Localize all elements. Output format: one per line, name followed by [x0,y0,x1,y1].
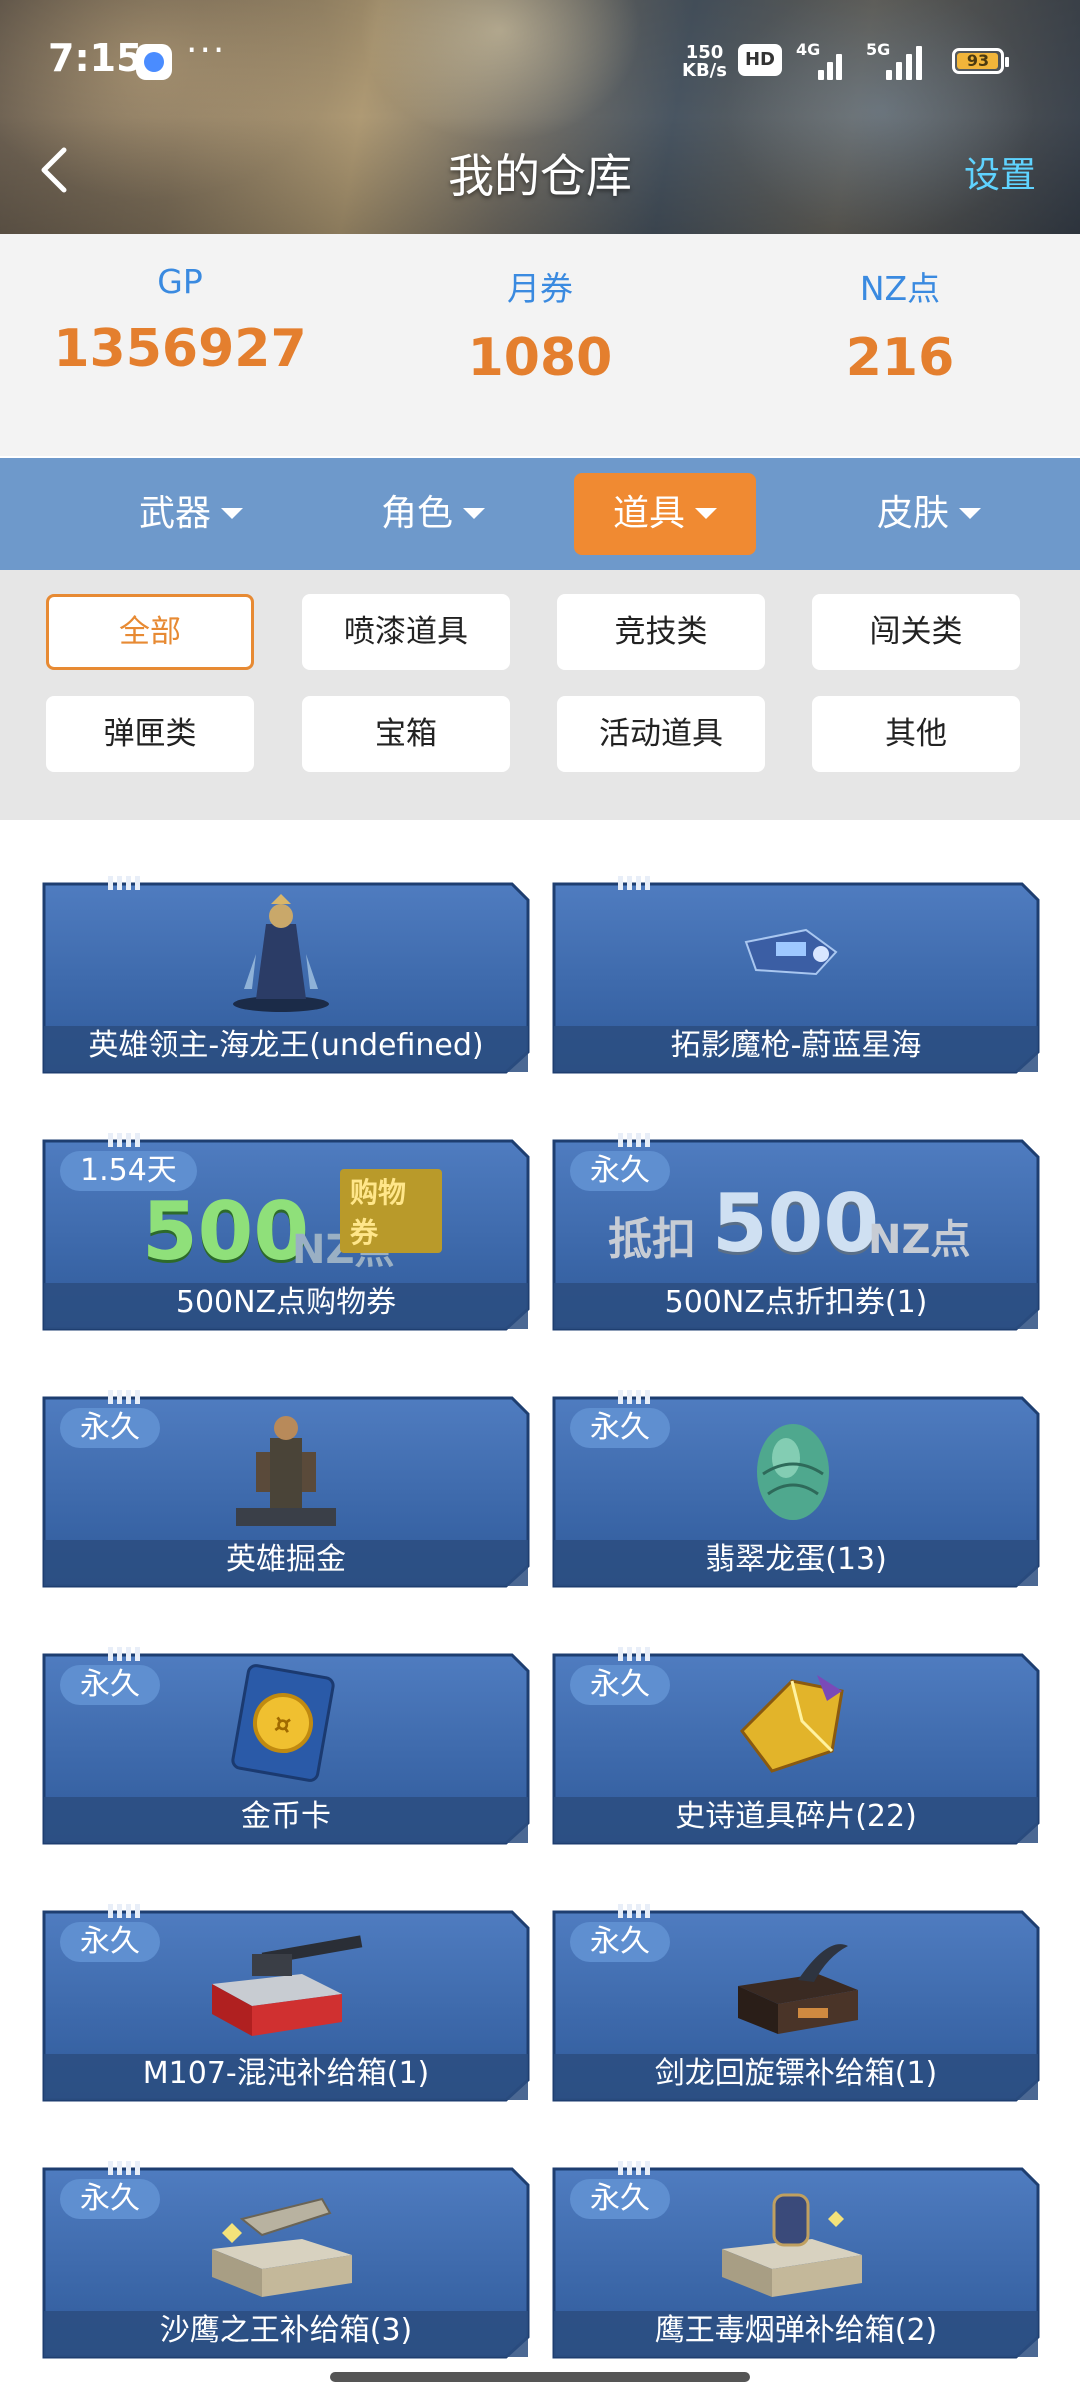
duration-badge: 永久 [60,1665,160,1705]
tab-skins[interactable]: 皮肤 [838,473,1020,555]
nav-bar: 我的仓库 设置 [0,120,1080,220]
item-card[interactable]: 永久 M107-混沌补给箱(1) [42,1904,530,2102]
app-notification-icon [136,44,172,80]
home-indicator[interactable] [330,2372,750,2382]
filter-campaign[interactable]: 闯关类 [812,594,1020,670]
desert-eagle-supply-box-icon [212,2197,352,2297]
signal-4g-label: 4G [796,40,821,59]
item-card[interactable]: 永久 ¤ 金币卡 [42,1647,530,1845]
currency-gp: GP 1356927 [0,234,360,379]
currency-value: 216 [845,328,955,388]
m107-supply-box-icon [212,1935,363,2036]
currency-value: 1356927 [53,319,307,379]
item-card[interactable]: 英雄领主-海龙王(undefined) [42,876,530,1074]
filter-chest[interactable]: 宝箱 [302,696,510,772]
status-bar: 7:15 ··· 150 KB/s HD 4G 5G 93 [0,0,1080,110]
filter-event[interactable]: 活动道具 [557,696,765,772]
currency-panel: GP 1356927 月券 1080 NZ点 216 [0,234,1080,456]
tab-label: 道具 [612,493,685,534]
duration-badge: 永久 [570,1665,670,1705]
filter-magazine[interactable]: 弹匣类 [46,696,254,772]
battery-level: 93 [966,51,990,70]
item-card[interactable]: 永久 抵扣 500 NZ点 500NZ点折扣券(1) [552,1133,1040,1331]
item-name: 沙鹰之王补给箱(3) [159,2313,413,2348]
emerald-dragon-egg-icon [757,1424,829,1520]
item-card[interactable]: 永久 沙鹰之王补给箱(3) [42,2161,530,2359]
item-card[interactable]: 永久 翡翠龙蛋(13) [552,1390,1040,1588]
duration-badge: 永久 [570,2179,670,2219]
item-name: 500NZ点折扣券(1) [664,1285,928,1320]
item-card[interactable]: 永久 史诗道具碎片(22) [552,1647,1040,1845]
battery-icon: 93 [952,48,1009,74]
item-name: 史诗道具碎片(22) [675,1799,917,1834]
currency-value: 1080 [467,328,613,388]
network-speed-unit: KB/s [682,60,727,81]
duration-badge: 永久 [570,1408,670,1448]
status-time: 7:15 [48,36,143,80]
tab-characters[interactable]: 角色 [342,473,524,555]
caret-down-icon [959,507,981,519]
item-name: M107-混沌补给箱(1) [142,2056,430,2091]
tab-label: 武器 [138,493,211,534]
item-name: 英雄领主-海龙王(undefined) [88,1028,484,1063]
page-title: 我的仓库 [448,149,632,203]
signal-5g-icon: 5G [866,40,932,80]
sea-dragon-king-icon [233,894,329,1012]
item-name: 翡翠龙蛋(13) [705,1542,887,1577]
settings-button[interactable]: 设置 [964,146,1036,198]
signal-4g-icon: 4G [796,40,846,80]
currency-monthly-ticket: 月券 1080 [360,234,720,388]
item-name: 500NZ点购物券 [175,1285,397,1320]
item-card[interactable]: 拓影魔枪-蔚蓝星海 [552,876,1040,1074]
filter-other[interactable]: 其他 [812,696,1020,772]
item-card[interactable]: 永久 鹰王毒烟弹补给箱(2) [552,2161,1040,2359]
gold-coin-card-icon: ¤ [231,1664,335,1782]
duration-badge: 永久 [60,1922,160,1962]
item-card[interactable]: 永久 剑龙回旋镖补给箱(1) [552,1904,1040,2102]
hd-voice-icon: HD [738,44,782,76]
item-card[interactable]: 1.54天 500 NZ点 购物券 500NZ点购物券 [42,1133,530,1331]
more-notifications-icon: ··· [186,30,227,71]
epic-fragment-icon [740,1675,844,1773]
caret-down-icon [463,507,485,519]
coupon-500-icon: 500 NZ点 购物券 [142,1169,442,1278]
filter-spray[interactable]: 喷漆道具 [302,594,510,670]
tab-label: 角色 [380,493,453,534]
duration-badge: 永久 [60,1408,160,1448]
tab-weapons[interactable]: 武器 [100,473,282,555]
filter-competitive[interactable]: 竞技类 [557,594,765,670]
subcategory-filters: 全部 喷漆道具 竞技类 闯关类 弹匣类 宝箱 活动道具 其他 [0,570,1080,820]
currency-nz-points: NZ点 216 [720,234,1080,388]
duration-badge: 永久 [570,1922,670,1962]
signal-5g-label: 5G [866,40,891,59]
item-name: 金币卡 [241,1799,331,1834]
currency-label: NZ点 [859,269,941,308]
network-speed: 150 KB/s [682,44,727,80]
tab-label: 皮肤 [876,493,949,534]
currency-label: GP [157,262,203,301]
item-name: 鹰王毒烟弹补给箱(2) [654,2313,938,2348]
item-name: 英雄掘金 [226,1542,346,1577]
discount-coupon-icon: 抵扣 500 NZ点 [608,1177,971,1270]
smoke-grenade-supply-box-icon [722,2193,862,2297]
item-card[interactable]: 永久 英雄掘金 [42,1390,530,1588]
caret-down-icon [695,507,717,519]
tab-items[interactable]: 道具 [574,473,756,555]
boomerang-supply-box-icon [738,1944,858,2034]
hero-digger-icon [236,1416,336,1526]
item-name: 剑龙回旋镖补给箱(1) [654,2056,938,2091]
item-name: 拓影魔枪-蔚蓝星海 [670,1028,922,1063]
currency-label: 月券 [507,269,573,308]
duration-badge: 永久 [60,2179,160,2219]
header-banner: 7:15 ··· 150 KB/s HD 4G 5G 93 我的仓库 设置 [0,0,1080,234]
caret-down-icon [221,507,243,519]
magic-gun-icon [744,928,838,976]
category-tabs: 武器 角色 道具 皮肤 [0,458,1080,570]
filter-all[interactable]: 全部 [46,594,254,670]
